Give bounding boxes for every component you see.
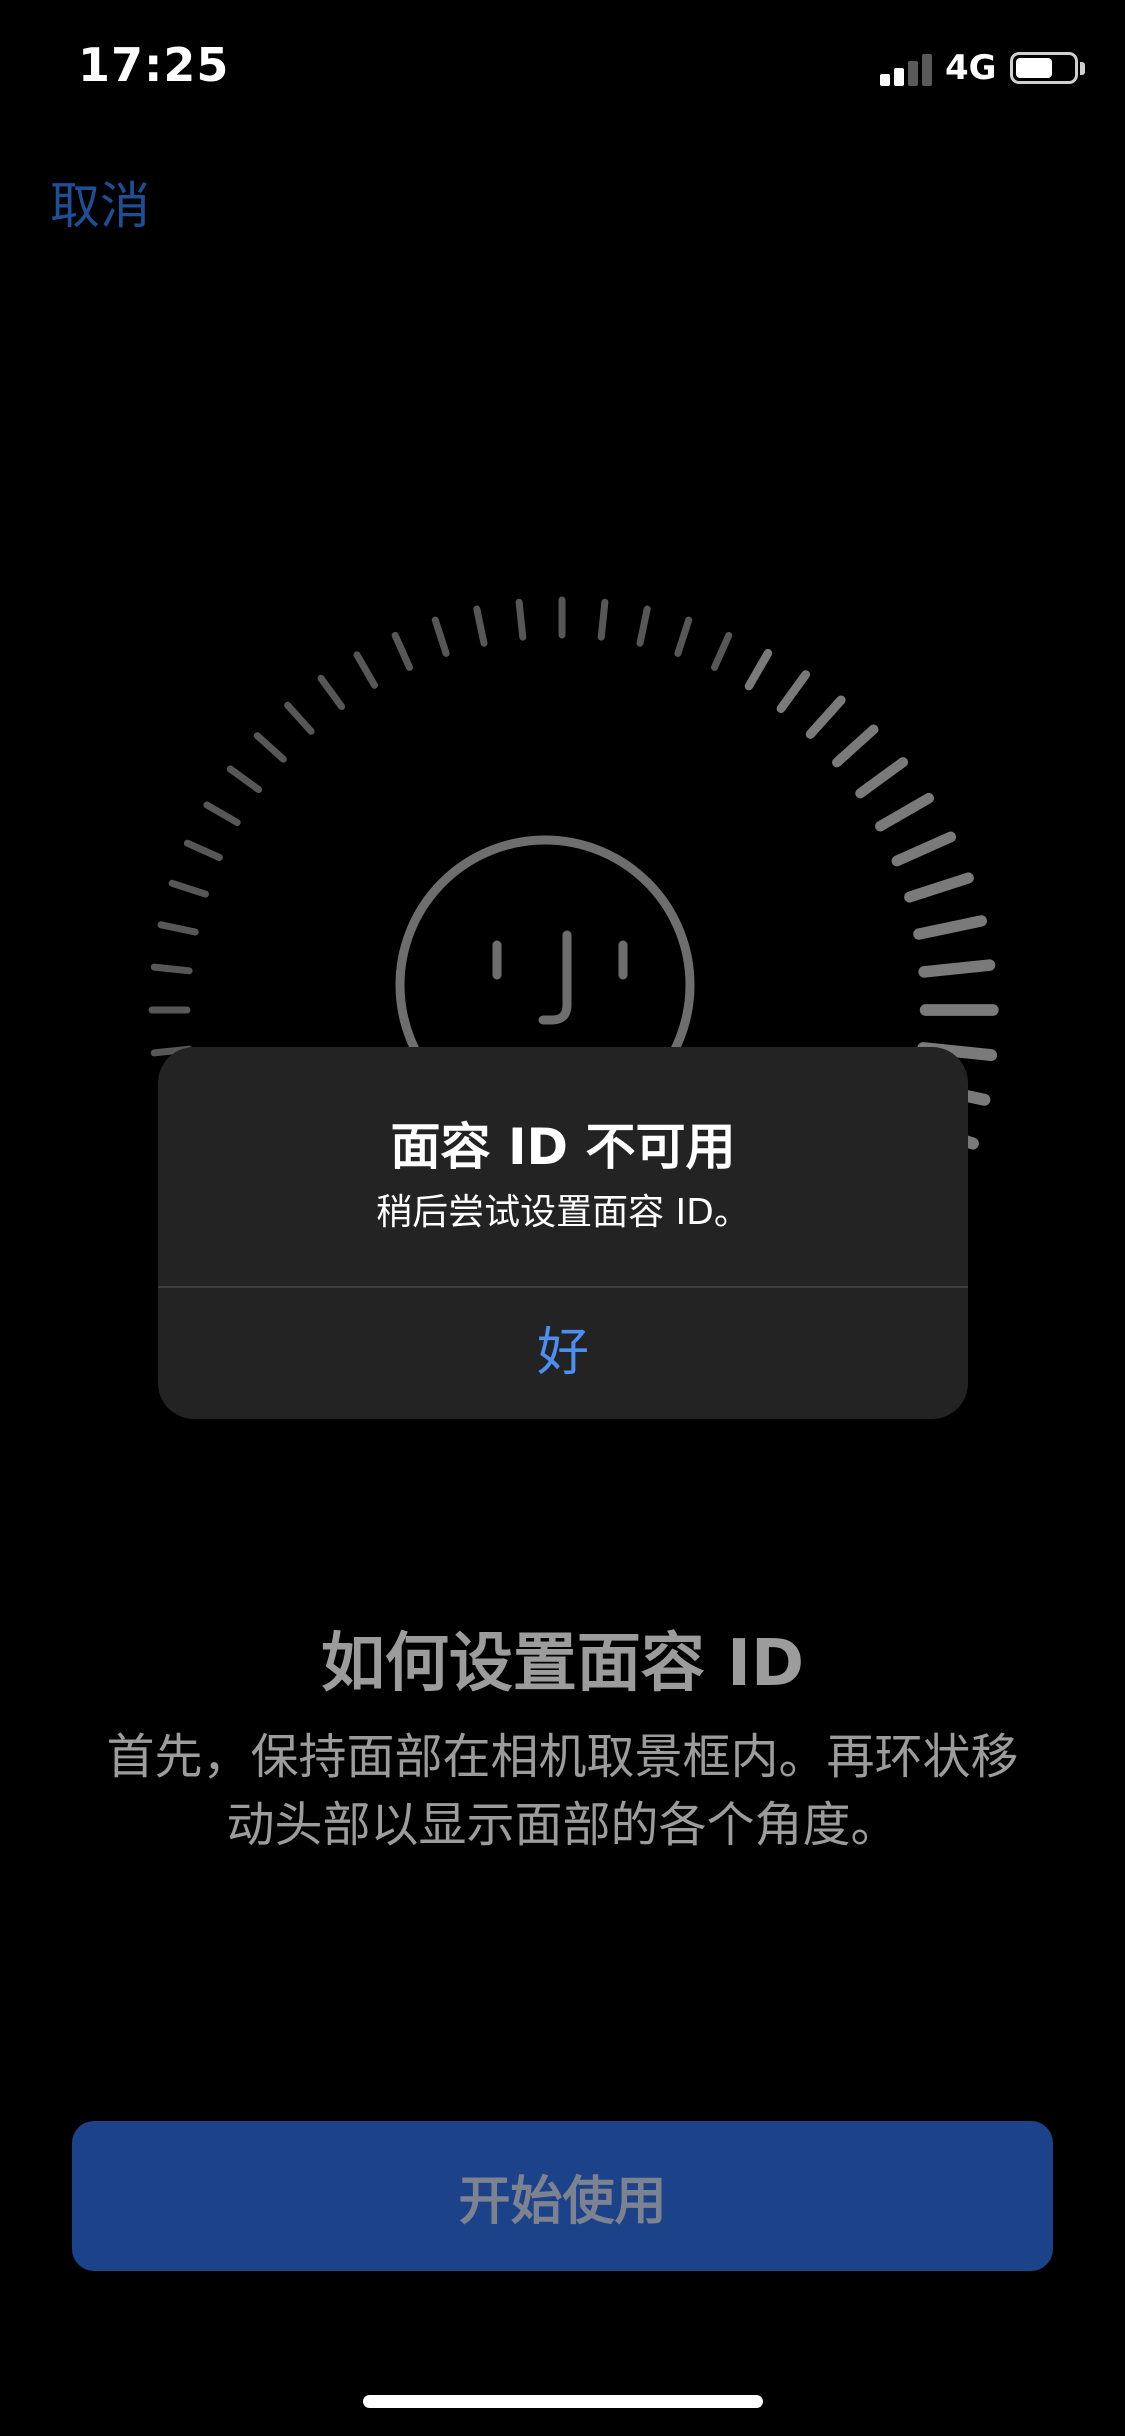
scan-tick: [150, 963, 193, 975]
scan-tick: [157, 921, 199, 936]
scan-tick: [168, 879, 209, 898]
scan-tick: [711, 631, 733, 671]
scan-tick: [805, 695, 846, 739]
scan-tick: [203, 801, 241, 826]
scan-tick: [515, 598, 527, 641]
scan-tick: [391, 631, 413, 671]
scan-tick: [473, 605, 488, 647]
scan-tick: [431, 616, 450, 657]
scan-tick: [875, 792, 935, 832]
scan-tick: [284, 701, 315, 735]
get-started-button[interactable]: 开始使用: [72, 2121, 1053, 2271]
scan-tick: [226, 765, 263, 794]
alert-title: 面容 ID 不可用: [390, 1118, 736, 1176]
face-id-unavailable-alert: 面容 ID 不可用 稍后尝试设置面容 ID。 好: [158, 1047, 968, 1419]
scan-tick: [832, 724, 879, 768]
scan-tick: [891, 831, 957, 867]
scan-tick: [183, 839, 223, 861]
scan-tick: [317, 674, 346, 711]
scan-tick: [253, 732, 287, 763]
scan-tick: [353, 651, 378, 689]
scan-tick: [597, 598, 609, 641]
alert-ok-button[interactable]: 好: [158, 1288, 968, 1419]
scan-tick: [744, 648, 773, 691]
scan-tick: [913, 915, 987, 940]
setup-heading: 如何设置面容 ID: [320, 1627, 805, 1701]
scan-tick: [855, 757, 909, 799]
scan-tick: [918, 959, 996, 978]
scan-tick: [776, 670, 811, 713]
scan-tick: [904, 872, 974, 903]
home-indicator[interactable]: [363, 2395, 763, 2408]
scan-tick: [674, 616, 693, 657]
alert-message: 稍后尝试设置面容 ID。: [376, 1192, 750, 1233]
scan-tick: [636, 605, 651, 647]
setup-description: 首先，保持面部在相机取景框内。再环状移动头部以显示面部的各个角度。: [106, 1729, 1019, 1853]
